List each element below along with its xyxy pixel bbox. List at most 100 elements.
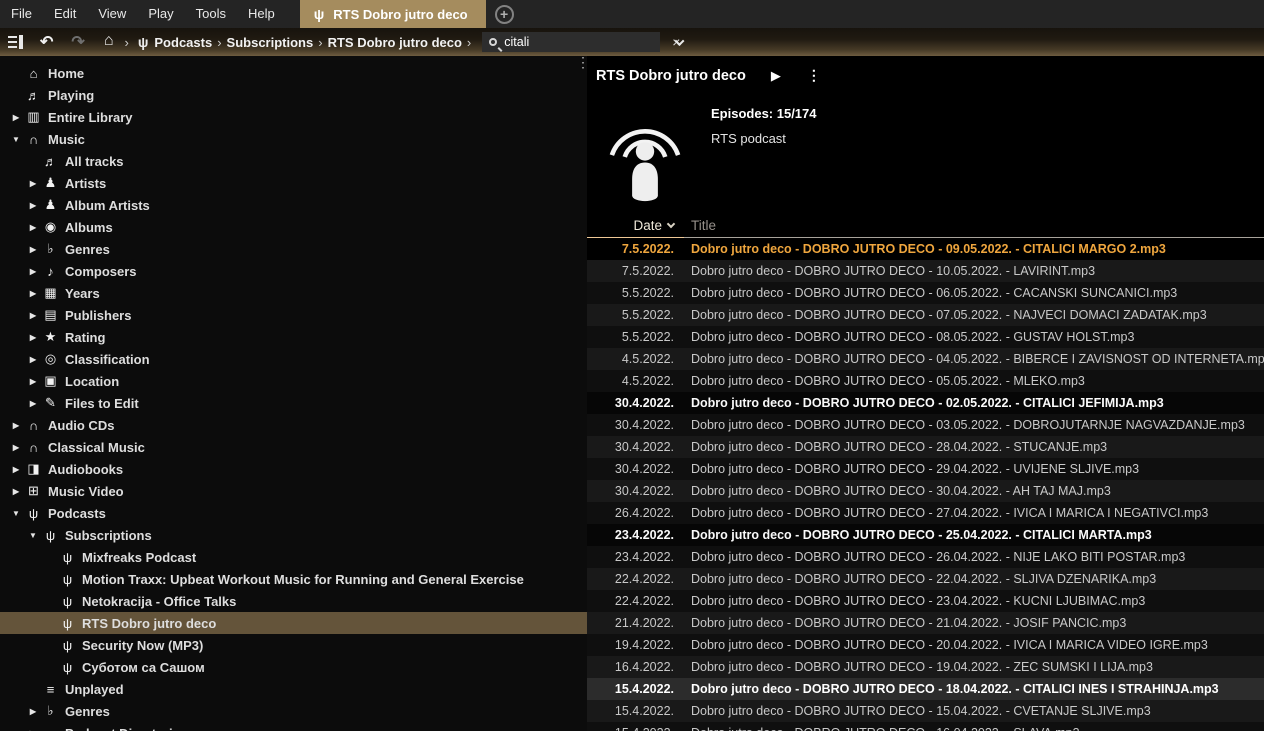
search-box[interactable]: × [482, 32, 660, 52]
sidebar-item-subscriptions[interactable]: ▼ψSubscriptions [0, 524, 587, 546]
episode-row[interactable]: 4.5.2022.Dobro jutro deco - DOBRO JUTRO … [587, 370, 1264, 392]
column-header-date[interactable]: Date [587, 213, 684, 238]
sidebar-item-albums[interactable]: ▶◉Albums [0, 216, 587, 238]
episode-row[interactable]: 26.4.2022.Dobro jutro deco - DOBRO JUTRO… [587, 502, 1264, 524]
sidebar-item-album-artists[interactable]: ▶♟Album Artists [0, 194, 587, 216]
expander-icon[interactable]: ▶ [25, 289, 41, 298]
sidebar-item-genres[interactable]: ▶♭Genres [0, 238, 587, 260]
episode-row[interactable]: 30.4.2022.Dobro jutro deco - DOBRO JUTRO… [587, 392, 1264, 414]
sidebar-item-podcasts[interactable]: ▼ψPodcasts [0, 502, 587, 524]
episode-row[interactable]: 7.5.2022.Dobro jutro deco - DOBRO JUTRO … [587, 260, 1264, 282]
sidebar-item-files-to-edit[interactable]: ▶✎Files to Edit [0, 392, 587, 414]
sidebar-item-location[interactable]: ▶▣Location [0, 370, 587, 392]
sidebar-item-composers[interactable]: ▶♪Composers [0, 260, 587, 282]
kebab-menu-icon[interactable]: ⋮ [807, 67, 821, 84]
menu-item-file[interactable]: File [0, 0, 43, 28]
sidebar-item-audiobooks[interactable]: ▶◨Audiobooks [0, 458, 587, 480]
sidebar-item-unplayed[interactable]: ≡Unplayed [0, 678, 587, 700]
sidebar-item-audio-cds[interactable]: ▶∩Audio CDs [0, 414, 587, 436]
forward-icon[interactable]: ↷ [71, 32, 84, 52]
expander-icon[interactable]: ▶ [25, 377, 41, 386]
sidebar-item-classical-music[interactable]: ▶∩Classical Music [0, 436, 587, 458]
sidebar-item-label: Classical Music [43, 440, 145, 455]
episode-row[interactable]: 30.4.2022.Dobro jutro deco - DOBRO JUTRO… [587, 458, 1264, 480]
expander-icon[interactable]: ▼ [8, 509, 24, 518]
episode-row[interactable]: 23.4.2022.Dobro jutro deco - DOBRO JUTRO… [587, 546, 1264, 568]
sidebar-item-publishers[interactable]: ▶▤Publishers [0, 304, 587, 326]
menu-item-tools[interactable]: Tools [185, 0, 237, 28]
expander-icon[interactable]: ▶ [8, 113, 24, 122]
expander-icon[interactable]: ▶ [8, 421, 24, 430]
expander-icon[interactable]: ▶ [25, 707, 41, 716]
expander-icon[interactable]: ▶ [25, 223, 41, 232]
episode-row[interactable]: 30.4.2022.Dobro jutro deco - DOBRO JUTRO… [587, 436, 1264, 458]
expander-icon[interactable]: ▶ [25, 399, 41, 408]
back-icon[interactable]: ↶ [40, 32, 53, 52]
sidebar-item-rating[interactable]: ▶★Rating [0, 326, 587, 348]
episode-row[interactable]: 21.4.2022.Dobro jutro deco - DOBRO JUTRO… [587, 612, 1264, 634]
sidebar-item-classification[interactable]: ▶◎Classification [0, 348, 587, 370]
sidebar-item-entire-library[interactable]: ▶▥Entire Library [0, 106, 587, 128]
menu-item-view[interactable]: View [87, 0, 137, 28]
tab-rts-dobro-jutro-deco[interactable]: ψ RTS Dobro jutro deco [300, 0, 486, 28]
expander-icon[interactable]: ▶ [25, 245, 41, 254]
episode-row[interactable]: 30.4.2022.Dobro jutro deco - DOBRO JUTRO… [587, 480, 1264, 502]
episode-row[interactable]: 19.4.2022.Dobro jutro deco - DOBRO JUTRO… [587, 634, 1264, 656]
sidebar-item-label: Entire Library [43, 110, 133, 125]
episode-row[interactable]: 30.4.2022.Dobro jutro deco - DOBRO JUTRO… [587, 414, 1264, 436]
sidebar-item-music-video[interactable]: ▶⊞Music Video [0, 480, 587, 502]
episode-row[interactable]: 23.4.2022.Dobro jutro deco - DOBRO JUTRO… [587, 524, 1264, 546]
breadcrumb-item-podcasts[interactable]: Podcasts [152, 35, 214, 50]
menu-item-help[interactable]: Help [237, 0, 286, 28]
expander-icon[interactable]: ▶ [25, 333, 41, 342]
sidebar-item-mixfreaks-podcast[interactable]: ψMixfreaks Podcast [0, 546, 587, 568]
episode-row[interactable]: 5.5.2022.Dobro jutro deco - DOBRO JUTRO … [587, 282, 1264, 304]
sidebar-item-security-now-mp3-[interactable]: ψSecurity Now (MP3) [0, 634, 587, 656]
play-button[interactable]: ▶ [771, 68, 781, 84]
episode-row[interactable]: 7.5.2022.Dobro jutro deco - DOBRO JUTRO … [587, 238, 1264, 260]
expander-icon[interactable]: ▶ [25, 355, 41, 364]
breadcrumb-item-rts-dobro-jutro-deco[interactable]: RTS Dobro jutro deco [326, 35, 464, 50]
expander-icon[interactable]: ▶ [25, 267, 41, 276]
sidebar-item-rts-dobro-jutro-deco[interactable]: ψRTS Dobro jutro deco [0, 612, 587, 634]
episode-row[interactable]: 22.4.2022.Dobro jutro deco - DOBRO JUTRO… [587, 568, 1264, 590]
sidebar-toggle-icon[interactable] [8, 35, 23, 49]
sidebar-item-motion-traxx-upbeat-workout-music-for-running-and-general-exercise[interactable]: ψMotion Traxx: Upbeat Workout Music for … [0, 568, 587, 590]
sidebar-item-home[interactable]: ⌂Home [0, 62, 587, 84]
episode-row[interactable]: 15.4.2022.Dobro jutro deco - DOBRO JUTRO… [587, 678, 1264, 700]
search-input[interactable] [504, 35, 665, 49]
sidebar-item-суботом-са-сашом[interactable]: ψСуботом са Сашом [0, 656, 587, 678]
expander-icon[interactable]: ▼ [25, 531, 41, 540]
episode-row[interactable]: 5.5.2022.Dobro jutro deco - DOBRO JUTRO … [587, 304, 1264, 326]
episode-row[interactable]: 15.4.2022.Dobro jutro deco - DOBRO JUTRO… [587, 700, 1264, 722]
expander-icon[interactable]: ▶ [25, 179, 41, 188]
episode-row[interactable]: 22.4.2022.Dobro jutro deco - DOBRO JUTRO… [587, 590, 1264, 612]
episode-row[interactable]: 15.4.2022.Dobro jutro deco - DOBRO JUTRO… [587, 722, 1264, 731]
sidebar-item-artists[interactable]: ▶♟Artists [0, 172, 587, 194]
sidebar-item-podcast-directories[interactable]: ▶◗Podcast Directories [0, 722, 587, 731]
breadcrumb-item-subscriptions[interactable]: Subscriptions [225, 35, 316, 50]
column-header-title[interactable]: Title [684, 213, 1264, 238]
sidebar-item-all-tracks[interactable]: ♬All tracks [0, 150, 587, 172]
new-tab-button[interactable]: + [495, 5, 514, 24]
sidebar-item-playing[interactable]: ♬Playing [0, 84, 587, 106]
expander-icon[interactable]: ▶ [25, 201, 41, 210]
expander-icon[interactable]: ▶ [8, 443, 24, 452]
sidebar-item-music[interactable]: ▼∩Music [0, 128, 587, 150]
episode-row[interactable]: 16.4.2022.Dobro jutro deco - DOBRO JUTRO… [587, 656, 1264, 678]
expander-icon[interactable]: ▶ [8, 465, 24, 474]
sidebar-item-netokracija-office-talks[interactable]: ψNetokracija - Office Talks [0, 590, 587, 612]
menu-item-edit[interactable]: Edit [43, 0, 87, 28]
home-icon[interactable]: ⌂ [104, 32, 114, 50]
panel-grip-icon[interactable]: ⋮ [576, 58, 590, 67]
expander-icon[interactable]: ▶ [25, 311, 41, 320]
episode-row[interactable]: 4.5.2022.Dobro jutro deco - DOBRO JUTRO … [587, 348, 1264, 370]
expander-icon[interactable]: ▼ [8, 135, 24, 144]
sidebar-item-genres[interactable]: ▶♭Genres [0, 700, 587, 722]
episode-title: Dobro jutro deco - DOBRO JUTRO DECO - 26… [684, 550, 1264, 564]
episode-row[interactable]: 5.5.2022.Dobro jutro deco - DOBRO JUTRO … [587, 326, 1264, 348]
expander-icon[interactable]: ▶ [8, 487, 24, 496]
menu-item-play[interactable]: Play [137, 0, 184, 28]
sidebar-item-label: Audiobooks [43, 462, 123, 477]
sidebar-item-years[interactable]: ▶▦Years [0, 282, 587, 304]
